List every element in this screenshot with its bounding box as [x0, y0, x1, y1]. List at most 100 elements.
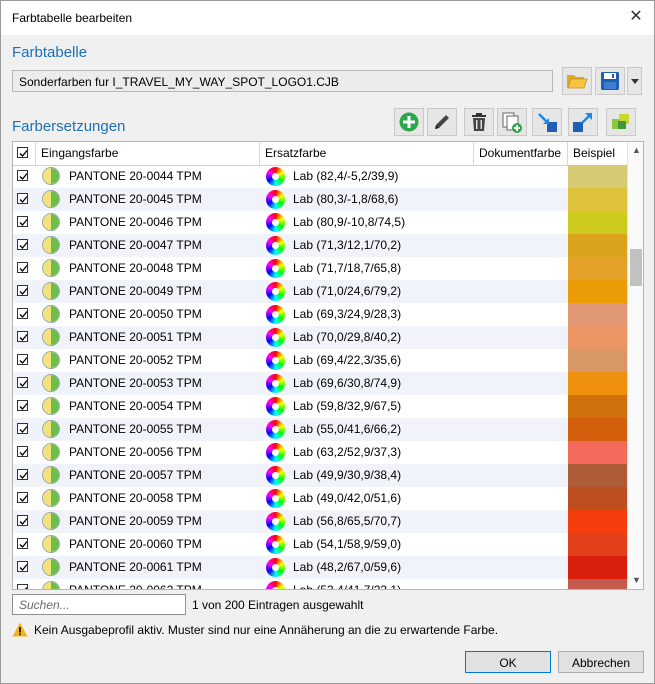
table-row[interactable]: PANTONE 20-0044 TPM Lab (82,4/-5,2/39,9): [13, 165, 627, 188]
scroll-up-icon[interactable]: ▲: [628, 142, 643, 159]
table-row[interactable]: PANTONE 20-0062 TPM Lab (53,4/41,7/23,1): [13, 579, 627, 590]
color-table-file-field[interactable]: Sonderfarben fur I_TRAVEL_MY_WAY_SPOT_LO…: [12, 70, 553, 92]
cancel-button[interactable]: Abbrechen: [558, 651, 644, 673]
table-row[interactable]: PANTONE 20-0054 TPM Lab (59,8/32,9/67,5): [13, 395, 627, 418]
table-row[interactable]: PANTONE 20-0046 TPM Lab (80,9/-10,8/74,5): [13, 211, 627, 234]
color-wheel-icon: [266, 512, 285, 531]
sample-swatch: [568, 533, 627, 556]
save-button[interactable]: [595, 67, 625, 95]
row-checkbox[interactable]: [17, 561, 28, 572]
save-options-dropdown[interactable]: [627, 67, 642, 95]
replacement-color-value: Lab (56,8/65,5/70,7): [293, 514, 402, 528]
table-row[interactable]: PANTONE 20-0051 TPM Lab (70,0/29,8/40,2): [13, 326, 627, 349]
color-wheel-icon: [266, 466, 285, 485]
table-row[interactable]: PANTONE 20-0052 TPM Lab (69,4/22,3/35,6): [13, 349, 627, 372]
input-color-name: PANTONE 20-0044 TPM: [69, 169, 202, 183]
row-checkbox[interactable]: [17, 446, 28, 457]
duplicate-button[interactable]: [497, 108, 527, 136]
table-row[interactable]: PANTONE 20-0059 TPM Lab (56,8/65,5/70,7): [13, 510, 627, 533]
row-checkbox[interactable]: [17, 308, 28, 319]
row-checkbox[interactable]: [17, 216, 28, 227]
table-row[interactable]: PANTONE 20-0048 TPM Lab (71,7/18,7/65,8): [13, 257, 627, 280]
color-replacement-table: Eingangsfarbe Ersatzfarbe Dokumentfarbe …: [12, 141, 644, 590]
row-checkbox[interactable]: [17, 285, 28, 296]
row-checkbox[interactable]: [17, 239, 28, 250]
farbersetzungen-heading: Farbersetzungen: [12, 118, 126, 135]
row-checkbox[interactable]: [17, 584, 28, 589]
column-header-replacement[interactable]: Ersatzfarbe: [260, 142, 474, 165]
table-row[interactable]: PANTONE 20-0055 TPM Lab (55,0/41,6/66,2): [13, 418, 627, 441]
input-color-name: PANTONE 20-0045 TPM: [69, 192, 202, 206]
replacement-color-value: Lab (48,2/67,0/59,6): [293, 560, 402, 574]
row-checkbox[interactable]: [17, 354, 28, 365]
column-header-document[interactable]: Dokumentfarbe: [474, 142, 568, 165]
sample-swatch: [568, 372, 627, 395]
color-wheel-icon: [266, 581, 285, 589]
table-header: Eingangsfarbe Ersatzfarbe Dokumentfarbe …: [13, 142, 627, 166]
ok-button[interactable]: OK: [465, 651, 551, 673]
scroll-down-icon[interactable]: ▼: [628, 572, 643, 589]
color-wheel-icon: [266, 259, 285, 278]
replacement-color-value: Lab (71,3/12,1/70,2): [293, 238, 402, 252]
input-color-swatch-icon: [42, 558, 60, 576]
table-row[interactable]: PANTONE 20-0058 TPM Lab (49,0/42,0/51,6): [13, 487, 627, 510]
add-button[interactable]: [394, 108, 424, 136]
import-button[interactable]: [532, 108, 562, 136]
export-button[interactable]: [568, 108, 598, 136]
select-all-checkbox[interactable]: [17, 147, 28, 158]
table-row[interactable]: PANTONE 20-0057 TPM Lab (49,9/30,9/38,4): [13, 464, 627, 487]
warning-icon: [12, 622, 28, 637]
row-checkbox[interactable]: [17, 515, 28, 526]
table-row[interactable]: PANTONE 20-0060 TPM Lab (54,1/58,9/59,0): [13, 533, 627, 556]
sample-swatch: [568, 487, 627, 510]
open-file-button[interactable]: [562, 67, 592, 95]
select-all-checkbox-cell[interactable]: [13, 142, 36, 165]
close-icon[interactable]: ✕: [626, 7, 646, 27]
table-row[interactable]: PANTONE 20-0050 TPM Lab (69,3/24,9/28,3): [13, 303, 627, 326]
color-wheel-icon: [266, 489, 285, 508]
row-checkbox[interactable]: [17, 423, 28, 434]
replacement-color-value: Lab (59,8/32,9/67,5): [293, 399, 402, 413]
edit-icon: [435, 115, 449, 129]
replacement-color-value: Lab (55,0/41,6/66,2): [293, 422, 402, 436]
color-wheel-icon: [266, 351, 285, 370]
replacement-color-value: Lab (71,0/24,6/79,2): [293, 284, 402, 298]
scrollbar-thumb[interactable]: [630, 249, 642, 286]
row-checkbox[interactable]: [17, 492, 28, 503]
search-input[interactable]: [12, 594, 186, 615]
input-color-name: PANTONE 20-0050 TPM: [69, 307, 202, 321]
input-color-name: PANTONE 20-0061 TPM: [69, 560, 202, 574]
row-checkbox[interactable]: [17, 193, 28, 204]
sample-swatch: [568, 280, 627, 303]
column-header-sample[interactable]: Beispiel: [568, 142, 627, 165]
row-checkbox[interactable]: [17, 170, 28, 181]
vertical-scrollbar[interactable]: ▲ ▼: [627, 142, 643, 589]
delete-button[interactable]: [464, 108, 494, 136]
replacement-color-value: Lab (49,9/30,9/38,4): [293, 468, 402, 482]
table-row[interactable]: PANTONE 20-0047 TPM Lab (71,3/12,1/70,2): [13, 234, 627, 257]
replacement-color-value: Lab (69,3/24,9/28,3): [293, 307, 402, 321]
color-wheel-icon: [266, 236, 285, 255]
input-color-name: PANTONE 20-0062 TPM: [69, 583, 202, 590]
table-row[interactable]: PANTONE 20-0061 TPM Lab (48,2/67,0/59,6): [13, 556, 627, 579]
replacement-color-value: Lab (53,4/41,7/23,1): [293, 583, 402, 590]
row-checkbox[interactable]: [17, 262, 28, 273]
table-row[interactable]: PANTONE 20-0049 TPM Lab (71,0/24,6/79,2): [13, 280, 627, 303]
row-checkbox[interactable]: [17, 538, 28, 549]
row-checkbox[interactable]: [17, 377, 28, 388]
input-color-swatch-icon: [42, 489, 60, 507]
table-row[interactable]: PANTONE 20-0053 TPM Lab (69,6/30,8/74,9): [13, 372, 627, 395]
column-header-input[interactable]: Eingangsfarbe: [36, 142, 260, 165]
input-color-name: PANTONE 20-0058 TPM: [69, 491, 202, 505]
row-checkbox[interactable]: [17, 469, 28, 480]
table-row[interactable]: PANTONE 20-0056 TPM Lab (63,2/52,9/37,3): [13, 441, 627, 464]
table-row[interactable]: PANTONE 20-0045 TPM Lab (80,3/-1,8/68,6): [13, 188, 627, 211]
input-color-swatch-icon: [42, 282, 60, 300]
row-checkbox[interactable]: [17, 400, 28, 411]
sample-swatch: [568, 303, 627, 326]
color-wheel-icon: [266, 167, 285, 186]
row-checkbox[interactable]: [17, 331, 28, 342]
duplicate-icon: [502, 112, 522, 133]
edit-button[interactable]: [427, 108, 457, 136]
colors-button[interactable]: [606, 108, 636, 136]
